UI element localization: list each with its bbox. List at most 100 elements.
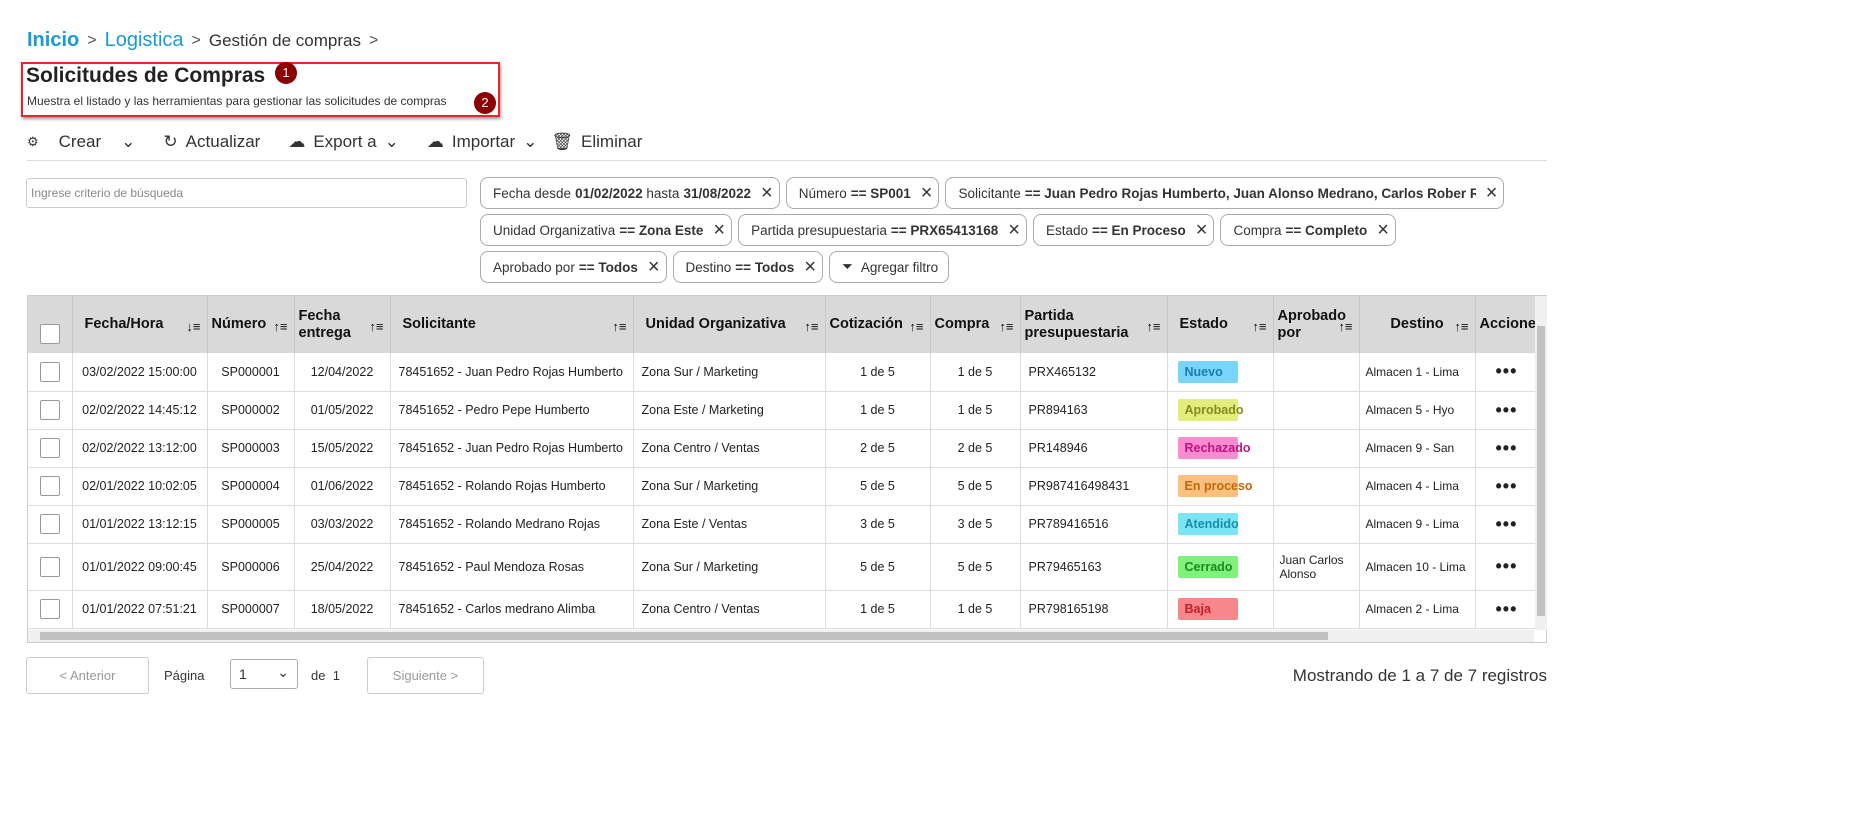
- search-input[interactable]: [26, 178, 467, 208]
- table-row[interactable]: 01/01/2022 09:00:45 SP000006 25/04/2022 784…: [28, 543, 1546, 591]
- column-header[interactable]: Estado ↑≡: [1167, 296, 1274, 353]
- table-cell: 78451652 - Pedro Pepe Humberto: [390, 391, 634, 430]
- close-icon[interactable]: ×: [1196, 220, 1208, 240]
- table-cell: 5 de 5: [825, 543, 931, 591]
- filter-chip-fecha[interactable]: Fecha desde 01/02/2022 hasta 31/08/2022 ×: [480, 177, 780, 209]
- table-cell: 01/01/2022 13:12:15: [72, 505, 208, 544]
- sort-icon[interactable]: ↑≡: [1454, 318, 1468, 335]
- more-actions-icon[interactable]: •••: [1496, 438, 1518, 458]
- table-row[interactable]: 02/01/2022 10:02:05 SP000004 01/06/2022 784…: [28, 467, 1546, 506]
- table-cell: SP000003: [207, 429, 295, 468]
- table-cell: 2 de 5: [930, 429, 1021, 468]
- approved-by-cell: [1273, 429, 1360, 468]
- close-icon[interactable]: ×: [1008, 220, 1020, 240]
- divider: [27, 160, 1547, 161]
- table-cell: Zona Sur / Marketing: [633, 353, 826, 392]
- filter-chip-aprobado[interactable]: Aprobado por == Todos ×: [480, 251, 667, 283]
- table-cell: 1 de 5: [825, 391, 931, 430]
- column-header[interactable]: Cotización ↑≡: [825, 296, 931, 353]
- horizontal-scrollbar[interactable]: [28, 630, 1534, 642]
- close-icon[interactable]: ×: [921, 183, 933, 203]
- row-checkbox[interactable]: [39, 400, 60, 420]
- sort-icon[interactable]: ↑≡: [999, 318, 1013, 335]
- sort-icon[interactable]: ↑≡: [1338, 318, 1352, 335]
- row-checkbox[interactable]: [39, 514, 60, 534]
- export-button[interactable]: ☁ Export a ⌄: [288, 132, 399, 152]
- sort-icon[interactable]: ↑≡: [273, 318, 287, 335]
- filter-chip-estado[interactable]: Estado == En Proceso ×: [1032, 214, 1215, 246]
- row-checkbox[interactable]: [39, 438, 60, 458]
- column-header[interactable]: Número ↑≡: [207, 296, 295, 353]
- column-header[interactable]: Fecha/Hora ↓≡: [72, 296, 208, 353]
- more-actions-icon[interactable]: •••: [1496, 361, 1518, 381]
- sort-icon[interactable]: ↑≡: [1146, 318, 1160, 335]
- more-actions-icon[interactable]: •••: [1496, 514, 1518, 534]
- page-title: Solicitudes de Compras: [26, 64, 266, 87]
- table-cell: PR789416516: [1020, 505, 1168, 544]
- close-icon[interactable]: ×: [1377, 220, 1389, 240]
- sort-icon[interactable]: ↑≡: [804, 318, 818, 335]
- breadcrumb-logistica[interactable]: Logistica: [105, 29, 184, 52]
- row-checkbox[interactable]: [39, 556, 60, 577]
- close-icon[interactable]: ×: [1486, 183, 1498, 203]
- sort-icon[interactable]: ↓≡: [186, 318, 200, 335]
- sort-icon[interactable]: ↑≡: [369, 318, 383, 335]
- table-cell: 25/04/2022: [294, 543, 391, 591]
- table-cell: 78451652 - Rolando Rojas Humberto: [390, 467, 634, 506]
- create-button[interactable]: ⚙ Crear ⌄: [27, 132, 135, 152]
- more-actions-icon[interactable]: •••: [1496, 476, 1518, 496]
- filter-chip-solicitante[interactable]: Solicitante == Juan Pedro Rojas Humberto,…: [945, 177, 1505, 209]
- select-all-checkbox[interactable]: [39, 323, 60, 344]
- table-row[interactable]: 01/01/2022 07:51:21 SP000007 18/05/2022 784…: [28, 590, 1546, 629]
- page-select[interactable]: 1 ⌄: [230, 659, 298, 689]
- filter-chip-unidad[interactable]: Unidad Organizativa == Zona Este ×: [480, 214, 733, 246]
- column-header[interactable]: Partida presupuestaria ↑≡: [1020, 296, 1168, 353]
- more-actions-icon[interactable]: •••: [1496, 556, 1518, 576]
- chevron-down-icon: ⌄: [121, 132, 136, 151]
- vertical-scrollbar[interactable]: [1535, 296, 1547, 630]
- refresh-button[interactable]: ↻ Actualizar: [163, 132, 260, 152]
- table-cell: 1 de 5: [930, 590, 1021, 629]
- table-cell: Zona Sur / Marketing: [633, 467, 826, 506]
- sort-icon[interactable]: ↑≡: [1252, 318, 1266, 335]
- close-icon[interactable]: ×: [648, 257, 660, 277]
- table-row[interactable]: 02/02/2022 13:12:00 SP000003 15/05/2022 784…: [28, 429, 1546, 468]
- column-header[interactable]: Compra ↑≡: [930, 296, 1021, 353]
- add-filter-button[interactable]: ⏷ Agregar filtro: [829, 251, 950, 283]
- filter-chip-compra[interactable]: Compra == Completo ×: [1220, 214, 1396, 246]
- table-cell: Almacen 4 - Lima: [1359, 467, 1476, 506]
- column-header[interactable]: Destino ↑≡: [1359, 296, 1476, 353]
- table-cell: Zona Este / Marketing: [633, 391, 826, 430]
- column-header[interactable]: Solicitante ↑≡: [390, 296, 634, 353]
- sort-icon[interactable]: ↑≡: [909, 318, 923, 335]
- prev-page-button[interactable]: < Anterior: [26, 657, 149, 694]
- table-row[interactable]: 02/02/2022 14:45:12 SP000002 01/05/2022 784…: [28, 391, 1546, 430]
- chevron-right-icon: >: [191, 31, 201, 49]
- more-actions-icon[interactable]: •••: [1496, 400, 1518, 420]
- column-header[interactable]: Aprobado por ↑≡: [1273, 296, 1360, 353]
- row-checkbox[interactable]: [39, 361, 60, 382]
- select-all-header: [28, 296, 73, 353]
- approved-by-cell: [1273, 391, 1360, 430]
- import-button[interactable]: ☁ Importar ⌄: [427, 132, 538, 152]
- close-icon[interactable]: ×: [761, 183, 773, 203]
- close-icon[interactable]: ×: [804, 257, 816, 277]
- sort-icon[interactable]: ↑≡: [612, 318, 626, 335]
- more-actions-icon[interactable]: •••: [1496, 599, 1518, 619]
- filter-chip-destino[interactable]: Destino == Todos ×: [672, 251, 823, 283]
- table-cell: 1 de 5: [825, 590, 931, 629]
- table-cell: Zona Centro / Ventas: [633, 590, 826, 629]
- breadcrumb-inicio[interactable]: Inicio: [27, 29, 79, 52]
- table-row[interactable]: 03/02/2022 15:00:00 SP000001 12/04/2022 784…: [28, 353, 1546, 392]
- filter-chip-numero[interactable]: Número == SP001 ×: [785, 177, 940, 209]
- delete-button[interactable]: 🗑 Eliminar: [551, 132, 642, 152]
- table-cell: Almacen 2 - Lima: [1359, 590, 1476, 629]
- next-page-button[interactable]: Siguiente >: [367, 657, 484, 694]
- filter-chip-partida[interactable]: Partida presupuestaria == PRX65413168 ×: [738, 214, 1027, 246]
- column-header[interactable]: Unidad Organizativa ↑≡: [633, 296, 826, 353]
- row-checkbox[interactable]: [39, 476, 60, 496]
- table-row[interactable]: 01/01/2022 13:12:15 SP000005 03/03/2022 784…: [28, 505, 1546, 544]
- column-header[interactable]: Fecha entrega ↑≡: [294, 296, 391, 353]
- row-checkbox[interactable]: [39, 599, 60, 619]
- close-icon[interactable]: ×: [713, 220, 725, 240]
